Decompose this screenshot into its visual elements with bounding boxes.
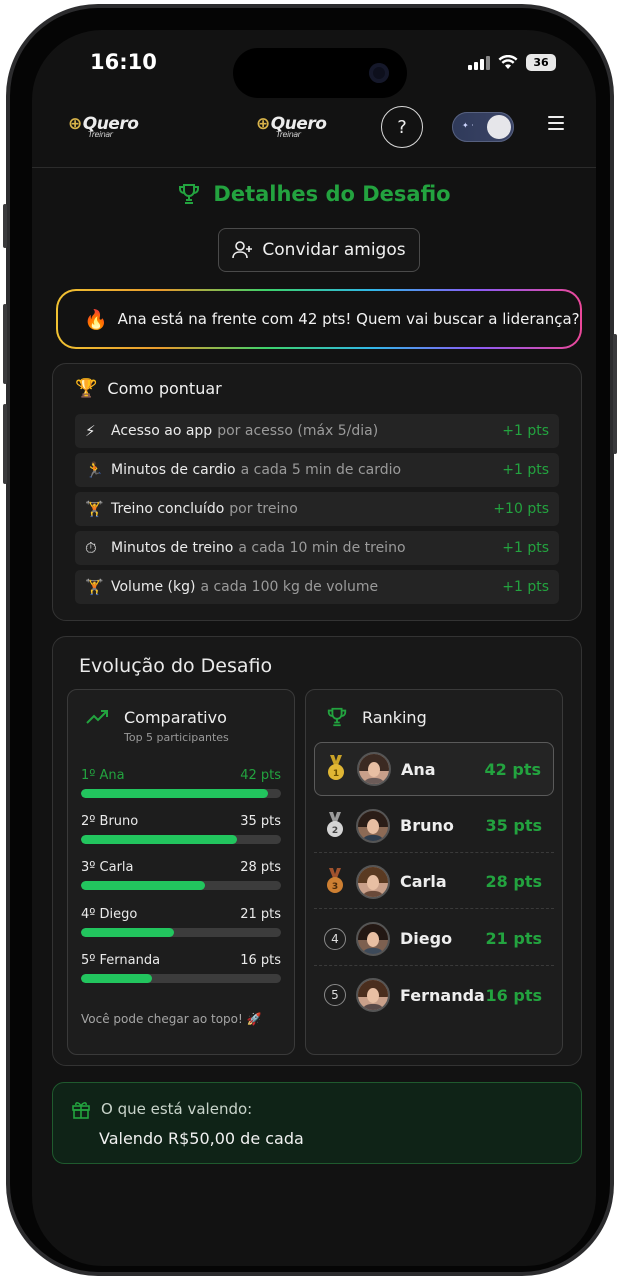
prize-header: O que está valendo: [71, 1099, 252, 1119]
comparison-bar: 2º Bruno 35 pts [81, 814, 281, 844]
dumbbell-icon: ⊕ [68, 114, 82, 134]
brand-logo-center[interactable]: ⊕Quero Treinar [256, 114, 327, 139]
app-screen: 16:10 36 ⊕Quero Treinar ⊕Quero Treinar ?… [32, 30, 596, 1266]
comparison-bar: 1º Ana 42 pts [81, 768, 281, 798]
comparison-bar: 5º Fernanda 16 pts [81, 953, 281, 983]
scoring-rule: 🏋 Volume (kg) a cada 100 kg de volume +1… [75, 570, 559, 604]
status-icons: 36 [468, 54, 556, 71]
signal-icon [468, 55, 490, 70]
scoring-rule: ⚡ Acesso ao app por acesso (máx 5/dia) +… [75, 414, 559, 448]
stopwatch-icon: ⏱ [85, 539, 97, 557]
trophy-icon: 🏆 [75, 378, 98, 399]
avatar [356, 921, 390, 956]
bronze-medal-icon: 3 [320, 867, 350, 896]
fire-icon: 🔥 [84, 308, 108, 331]
page-title-row: Detalhes do Desafio [32, 182, 596, 206]
scoring-header: 🏆 Como pontuar [75, 378, 222, 399]
bar-fill [81, 881, 206, 890]
invite-friends-button[interactable]: Convidar amigos [218, 228, 420, 272]
avatar [356, 808, 390, 843]
question-circle-icon: ? [397, 116, 407, 138]
app-header: ⊕Quero Treinar ⊕Quero Treinar ? ✦ · [32, 102, 596, 168]
battery-indicator: 36 [526, 54, 556, 71]
ranking-row[interactable]: 4 Diego 21 pts [314, 912, 554, 966]
hamburger-menu-icon[interactable] [548, 116, 564, 130]
comparison-bar: 4º Diego 21 pts [81, 907, 281, 937]
theme-toggle[interactable]: ✦ · [452, 112, 514, 142]
running-icon: 🏃 [85, 461, 104, 479]
stars-icon: ✦ · [462, 121, 474, 130]
gold-medal-icon: 1 [321, 755, 351, 783]
ranking-panel: Ranking 1 Ana 42 pts 2 Bruno 35 pts 3 Ca… [305, 689, 563, 1055]
ranking-row[interactable]: 1 Ana 42 pts [314, 742, 554, 796]
svg-text:1: 1 [333, 769, 339, 779]
svg-text:2: 2 [332, 826, 338, 836]
scoring-rule: 🏃 Minutos de cardio a cada 5 min de card… [75, 453, 559, 487]
brand-logo-left[interactable]: ⊕Quero Treinar [68, 114, 139, 139]
bar-fill [81, 835, 237, 844]
scoring-rule: 🏋 Treino concluído por treino +10 pts [75, 492, 559, 526]
comparison-bar: 3º Carla 28 pts [81, 860, 281, 890]
evolution-title: Evolução do Desafio [79, 655, 273, 677]
gift-icon [72, 1102, 90, 1119]
prize-card: O que está valendo: Valendo R$50,00 de c… [52, 1082, 582, 1164]
scoring-card: 🏆 Como pontuar ⚡ Acesso ao app por acess… [52, 363, 582, 621]
trophy-icon [327, 707, 347, 727]
bar-fill [81, 974, 153, 983]
leader-banner-text: Ana está na frente com 42 pts! Quem vai … [117, 310, 580, 328]
dumbbell-icon: ⊕ [256, 114, 270, 134]
weightlifting-icon: 🏋 [85, 500, 104, 518]
status-time: 16:10 [90, 50, 157, 74]
camera-icon [369, 63, 389, 83]
help-button[interactable]: ? [381, 106, 423, 148]
power-button [613, 334, 617, 454]
evolution-card: Evolução do Desafio Comparativo Top 5 pa… [52, 636, 582, 1066]
add-user-icon [232, 241, 253, 259]
prize-value: Valendo R$50,00 de cada [99, 1129, 304, 1148]
trophy-icon [179, 184, 200, 204]
comparison-panel: Comparativo Top 5 participantes 1º Ana 42… [67, 689, 295, 1055]
ranking-header: Ranking [326, 706, 427, 728]
avatar [356, 864, 390, 899]
phone-bezel: 16:10 36 ⊕Quero Treinar ⊕Quero Treinar ?… [10, 8, 610, 1272]
silver-medal-icon: 2 [320, 811, 350, 840]
volume-down-button [3, 404, 7, 484]
page-title: Detalhes do Desafio [213, 182, 451, 206]
bar-fill [81, 789, 268, 798]
wifi-icon [498, 55, 518, 69]
ranking-row[interactable]: 3 Carla 28 pts [314, 855, 554, 909]
scoring-rule: ⏱ Minutos de treino a cada 10 min de tre… [75, 531, 559, 565]
trending-up-icon [86, 710, 108, 724]
ranking-row[interactable]: 5 Fernanda 16 pts [314, 968, 554, 1022]
weightlifting-icon: 🏋 [85, 578, 104, 596]
leader-banner: 🔥 Ana está na frente com 42 pts! Quem va… [56, 289, 582, 349]
comparison-footer: Você pode chegar ao topo! 🚀 [81, 1012, 262, 1026]
dynamic-island [233, 48, 407, 98]
volume-up-button [3, 304, 7, 384]
rank-position-badge: 4 [324, 927, 346, 950]
lightning-icon: ⚡ [85, 422, 96, 440]
action-button [3, 204, 7, 248]
rank-position-badge: 5 [324, 984, 346, 1006]
ranking-row[interactable]: 2 Bruno 35 pts [314, 799, 554, 853]
bar-fill [81, 928, 175, 937]
phone-frame: 16:10 36 ⊕Quero Treinar ⊕Quero Treinar ?… [3, 4, 617, 1276]
avatar [356, 978, 390, 1012]
avatar [357, 752, 391, 786]
comparison-header: Comparativo Top 5 participantes [86, 708, 229, 744]
svg-text:3: 3 [332, 882, 338, 892]
moon-toggle-icon [487, 115, 511, 139]
